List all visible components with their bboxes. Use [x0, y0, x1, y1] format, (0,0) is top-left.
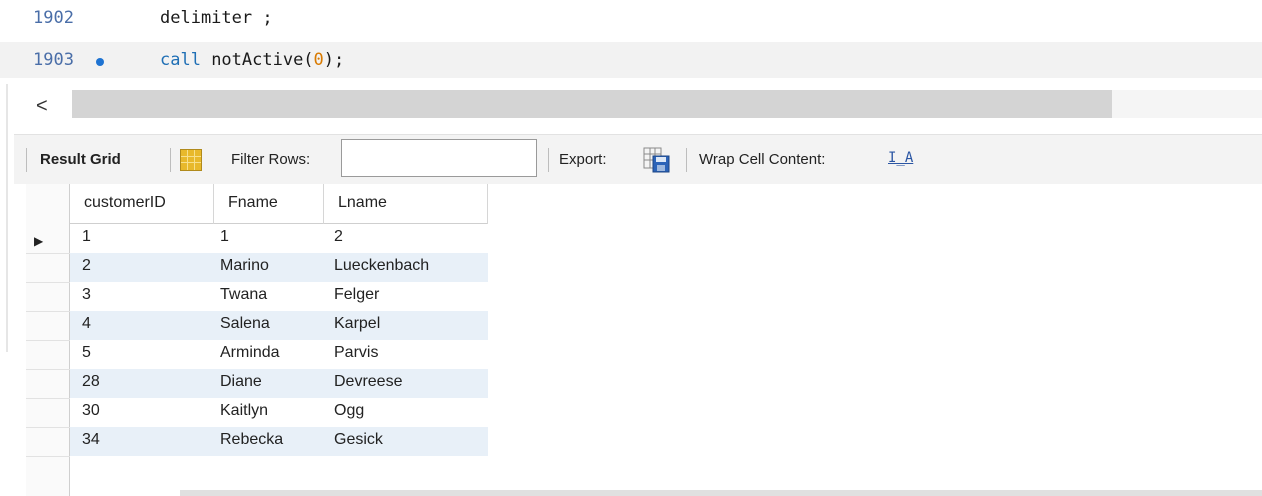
table-row[interactable]: 30 Kaitlyn Ogg	[70, 398, 488, 427]
table-cell-customerid[interactable]: 4	[82, 311, 91, 340]
table-cell-fname[interactable]: Diane	[220, 369, 262, 398]
table-cell-fname[interactable]: Kaitlyn	[220, 398, 268, 427]
table-row[interactable]: 28 Diane Devreese	[70, 369, 488, 398]
row-header-divider	[26, 311, 70, 312]
wrap-cell-icon[interactable]: I̲A	[888, 150, 913, 166]
code-fragment: notActive(	[200, 50, 314, 70]
row-header-divider	[26, 427, 70, 428]
table-row[interactable]: 5 Arminda Parvis	[70, 340, 488, 369]
table-cell-fname[interactable]: Twana	[220, 282, 267, 311]
line-number: 1902	[33, 8, 74, 28]
result-grid[interactable]: ▶ customerID Fname Lname 1 1 2 2 Marino Lueck…	[26, 184, 488, 496]
toolbar-divider	[686, 148, 687, 172]
table-cell-lname[interactable]: Ogg	[334, 398, 364, 427]
table-cell-customerid[interactable]: 3	[82, 282, 91, 311]
table-cell-fname[interactable]: Salena	[220, 311, 270, 340]
current-row-marker-icon: ▶	[34, 234, 44, 248]
sql-editor[interactable]: 1902 delimiter ; 1903 call notActive(0);	[0, 0, 1262, 84]
row-header-divider	[26, 398, 70, 399]
table-cell-lname[interactable]: Felger	[334, 282, 379, 311]
table-cell-lname[interactable]: 2	[334, 224, 343, 253]
table-cell-lname[interactable]: Parvis	[334, 340, 378, 369]
code-text[interactable]: call notActive(0);	[160, 50, 344, 70]
horizontal-scrollbar[interactable]: <	[14, 90, 1262, 124]
table-cell-customerid[interactable]: 1	[82, 224, 91, 253]
wrap-cell-label: Wrap Cell Content:	[699, 151, 826, 168]
column-header-lname[interactable]: Lname	[324, 184, 488, 224]
row-header-divider	[26, 340, 70, 341]
grid-header-row: customerID Fname Lname	[70, 184, 488, 224]
table-cell-lname[interactable]: Gesick	[334, 427, 383, 456]
export-label: Export:	[559, 151, 607, 168]
code-text[interactable]: delimiter ;	[160, 8, 273, 28]
filter-rows-label: Filter Rows:	[231, 151, 311, 168]
row-header-divider	[26, 456, 70, 457]
toolbar-divider	[548, 148, 549, 172]
table-row[interactable]: 3 Twana Felger	[70, 282, 488, 311]
column-header-fname[interactable]: Fname	[214, 184, 324, 224]
row-header-divider	[26, 369, 70, 370]
numeric-literal: 0	[313, 50, 324, 70]
toolbar-divider	[26, 148, 27, 172]
table-row[interactable]: 34 Rebecka Gesick	[70, 427, 488, 456]
result-grid-tab[interactable]: Result Grid	[40, 151, 121, 168]
table-row[interactable]: 1 1 2	[70, 224, 488, 253]
table-cell-customerid[interactable]: 28	[82, 369, 100, 398]
scrollbar-thumb[interactable]	[72, 90, 1112, 118]
scroll-left-icon[interactable]: <	[36, 96, 48, 116]
breakpoint-dot-icon[interactable]	[96, 58, 104, 66]
export-save-icon[interactable]	[643, 145, 671, 173]
table-cell-lname[interactable]: Karpel	[334, 311, 380, 340]
table-cell-customerid[interactable]: 5	[82, 340, 91, 369]
table-cell-fname[interactable]: 1	[220, 224, 229, 253]
table-cell-lname[interactable]: Lueckenbach	[334, 253, 429, 282]
table-cell-customerid[interactable]: 34	[82, 427, 100, 456]
row-header-divider	[26, 253, 70, 254]
filter-rows-input[interactable]	[341, 139, 537, 177]
code-line-1902[interactable]: 1902 delimiter ;	[0, 0, 1262, 36]
table-row[interactable]: 2 Marino Lueckenbach	[70, 253, 488, 282]
grid-layout-icon[interactable]	[180, 149, 202, 171]
table-cell-fname[interactable]: Arminda	[220, 340, 280, 369]
row-header-divider	[26, 282, 70, 283]
column-header-customerid[interactable]: customerID	[70, 184, 214, 224]
bottom-scrollbar[interactable]	[180, 490, 1262, 496]
toolbar-divider	[170, 148, 171, 172]
code-line-1903[interactable]: 1903 call notActive(0);	[0, 42, 1262, 78]
result-toolbar: Result Grid Filter Rows: Export: Wrap Ce…	[14, 134, 1262, 184]
scrollbar-track[interactable]	[1112, 90, 1262, 118]
table-cell-customerid[interactable]: 30	[82, 398, 100, 427]
code-fragment: );	[323, 50, 345, 70]
table-cell-customerid[interactable]: 2	[82, 253, 91, 282]
table-cell-fname[interactable]: Marino	[220, 253, 269, 282]
table-cell-fname[interactable]: Rebecka	[220, 427, 283, 456]
line-number: 1903	[33, 50, 74, 70]
table-row[interactable]: 4 Salena Karpel	[70, 311, 488, 340]
table-cell-lname[interactable]: Devreese	[334, 369, 402, 398]
sql-keyword: call	[160, 50, 201, 70]
